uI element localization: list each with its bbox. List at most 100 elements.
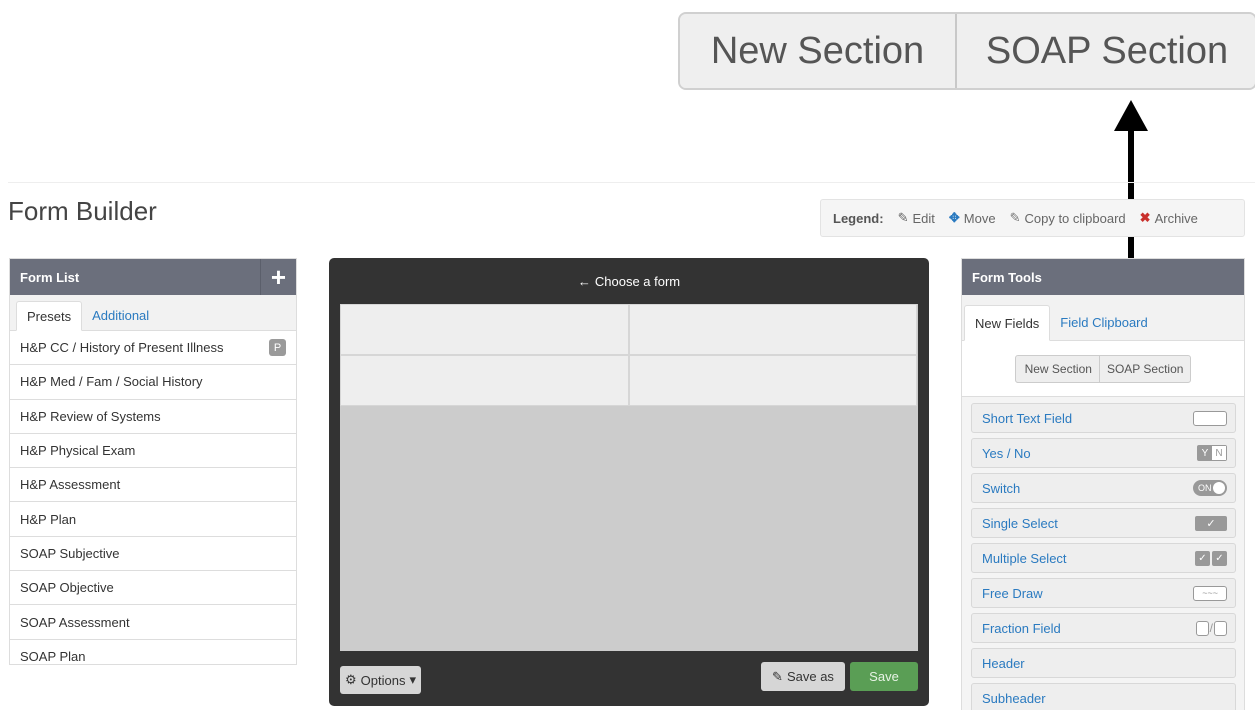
list-item-label: SOAP Objective bbox=[20, 580, 114, 596]
list-item-label: H&P Plan bbox=[20, 511, 77, 527]
tool-label: Subheader bbox=[982, 690, 1046, 706]
list-item-label: H&P Med / Fam / Social History bbox=[20, 374, 203, 390]
list-item-label: H&P Assessment bbox=[20, 477, 121, 493]
tool-yes-no[interactable]: Yes / No YN bbox=[971, 438, 1236, 468]
tool-label: Single Select bbox=[982, 515, 1058, 531]
tab-new-fields[interactable]: New Fields bbox=[964, 305, 1051, 341]
tool-subheader[interactable]: Subheader bbox=[971, 683, 1236, 710]
tool-header[interactable]: Header bbox=[971, 648, 1236, 678]
tool-label: Free Draw bbox=[982, 585, 1043, 601]
canvas-header[interactable]: ← Choose a form bbox=[329, 258, 929, 304]
switch-icon: ON bbox=[1193, 480, 1227, 496]
form-canvas-panel: ← Choose a form ⚙ Options ▾ ✎ Save as Sa… bbox=[329, 258, 929, 706]
list-item[interactable]: SOAP Subjective bbox=[10, 537, 296, 572]
legend: Legend: ✎ Edit ✥ Move ✎ Copy to clipboar… bbox=[820, 199, 1245, 237]
form-tools-panel: Form Tools New Fields Field Clipboard Ne… bbox=[961, 258, 1245, 710]
fraction-icon: / bbox=[1195, 620, 1227, 636]
yes-no-icon: YN bbox=[1197, 445, 1227, 461]
page-title: Form Builder bbox=[8, 196, 157, 226]
form-tools-title: Form Tools bbox=[972, 269, 1042, 285]
tool-free-draw[interactable]: Free Draw ~~~ bbox=[971, 578, 1236, 608]
tool-label: Yes / No bbox=[982, 445, 1031, 461]
canvas-footer: ⚙ Options ▾ ✎ Save as Save bbox=[340, 662, 918, 694]
grid-cell[interactable] bbox=[340, 355, 629, 406]
tool-short-text-field[interactable]: Short Text Field bbox=[971, 403, 1236, 433]
archive-x-icon: ✖ bbox=[1139, 210, 1151, 225]
form-list-header: Form List + bbox=[10, 259, 296, 295]
new-section-button[interactable]: New Section bbox=[1016, 355, 1100, 382]
list-item[interactable]: SOAP Objective bbox=[10, 571, 296, 606]
form-list-panel: Form List + Presets Additional H&P CC / … bbox=[9, 258, 297, 665]
options-button[interactable]: ⚙ Options ▾ bbox=[340, 666, 421, 694]
list-item[interactable]: H&P Physical Exam bbox=[10, 434, 296, 469]
list-item-label: SOAP Subjective bbox=[20, 545, 120, 561]
list-item-label: SOAP Assessment bbox=[20, 614, 130, 630]
multi-check-icon: ✓ ✓ bbox=[1195, 550, 1227, 566]
list-item-label: H&P Physical Exam bbox=[20, 443, 136, 459]
form-list-tabs: Presets Additional bbox=[10, 295, 296, 331]
list-item-label: H&P CC / History of Present Illness bbox=[20, 340, 224, 356]
field-tools-list: Short Text Field Yes / No YN Switch ON S… bbox=[962, 397, 1244, 710]
soap-section-button[interactable]: SOAP Section bbox=[1100, 356, 1191, 382]
legend-move-label: Move bbox=[963, 210, 996, 226]
legend-edit: ✎ Edit bbox=[898, 210, 935, 226]
caret-down-icon: ▾ bbox=[409, 672, 416, 687]
tool-label: Multiple Select bbox=[982, 550, 1067, 566]
legend-archive: ✖ Archive bbox=[1140, 210, 1198, 226]
legend-move: ✥ Move bbox=[949, 210, 996, 226]
tab-field-clipboard[interactable]: Field Clipboard bbox=[1050, 304, 1157, 340]
zoomed-soap-section-button[interactable]: SOAP Section bbox=[957, 14, 1255, 88]
list-item[interactable]: SOAP Assessment bbox=[10, 605, 296, 640]
arrow-left-icon: ← bbox=[577, 273, 591, 289]
form-list: H&P CC / History of Present Illness P H&… bbox=[10, 331, 296, 664]
choose-form-label: Choose a form bbox=[594, 273, 681, 289]
tool-label: Short Text Field bbox=[982, 410, 1073, 426]
annotation-arrow-head bbox=[1114, 100, 1148, 131]
list-item[interactable]: H&P Review of Systems bbox=[10, 400, 296, 434]
legend-archive-label: Archive bbox=[1154, 210, 1198, 226]
tool-multiple-select[interactable]: Multiple Select ✓ ✓ bbox=[971, 543, 1236, 573]
list-item-label: SOAP Plan bbox=[20, 648, 86, 664]
list-item[interactable]: SOAP Plan bbox=[10, 640, 296, 664]
section-button-group: New Section SOAP Section bbox=[1014, 354, 1192, 383]
list-item-label: H&P Review of Systems bbox=[20, 408, 161, 424]
legend-copy: ✎ Copy to clipboard bbox=[1010, 210, 1126, 226]
tab-additional[interactable]: Additional bbox=[82, 300, 159, 330]
legend-label: Legend: bbox=[833, 210, 884, 226]
list-item[interactable]: H&P Assessment bbox=[10, 468, 296, 503]
list-item[interactable]: H&P Plan bbox=[10, 502, 296, 537]
text-box-icon bbox=[1193, 410, 1227, 426]
save-button[interactable]: Save bbox=[850, 662, 918, 691]
form-list-title: Form List bbox=[20, 269, 80, 285]
form-tools-tabs: New Fields Field Clipboard bbox=[962, 295, 1244, 341]
list-item[interactable]: H&P Med / Fam / Social History bbox=[10, 365, 296, 400]
list-item[interactable]: H&P CC / History of Present Illness P bbox=[10, 331, 296, 366]
pencil-icon: ✎ bbox=[897, 210, 909, 225]
gear-icon: ⚙ bbox=[345, 672, 357, 687]
tool-label: Header bbox=[982, 655, 1025, 671]
divider bbox=[8, 182, 1255, 183]
grid-cell[interactable] bbox=[340, 304, 629, 355]
add-form-button[interactable]: + bbox=[260, 259, 296, 295]
tool-label: Switch bbox=[982, 480, 1021, 496]
legend-edit-label: Edit bbox=[912, 210, 935, 226]
form-canvas[interactable] bbox=[340, 304, 918, 651]
tab-presets[interactable]: Presets bbox=[16, 301, 83, 331]
save-as-button[interactable]: ✎ Save as bbox=[761, 662, 845, 691]
preset-badge: P bbox=[269, 339, 286, 357]
grid-cell[interactable] bbox=[628, 355, 917, 406]
legend-copy-label: Copy to clipboard bbox=[1024, 210, 1126, 226]
tool-fraction-field[interactable]: Fraction Field / bbox=[971, 613, 1236, 643]
zoomed-section-buttons: New Section SOAP Section bbox=[678, 12, 1255, 90]
zoomed-new-section-button[interactable]: New Section bbox=[680, 14, 957, 88]
options-label: Options bbox=[360, 672, 406, 688]
tool-switch[interactable]: Switch ON bbox=[971, 473, 1236, 503]
move-icon: ✥ bbox=[948, 210, 960, 225]
pencil-icon: ✎ bbox=[772, 668, 783, 684]
save-as-label: Save as bbox=[786, 669, 834, 684]
grid-cell[interactable] bbox=[628, 304, 917, 355]
section-buttons-row: New Section SOAP Section bbox=[962, 341, 1244, 397]
canvas-grid bbox=[340, 304, 917, 406]
tool-label: Fraction Field bbox=[982, 620, 1061, 636]
tool-single-select[interactable]: Single Select ✓ bbox=[971, 508, 1236, 538]
